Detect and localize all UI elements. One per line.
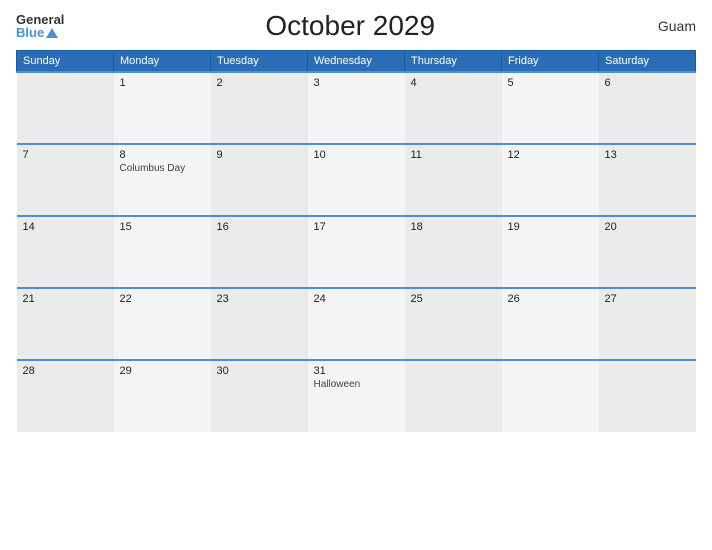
day-number: 5 bbox=[508, 77, 593, 89]
region-label: Guam bbox=[636, 18, 696, 34]
calendar-cell: 11 bbox=[405, 144, 502, 216]
col-tuesday: Tuesday bbox=[211, 51, 308, 73]
day-number: 27 bbox=[605, 293, 690, 305]
calendar-table: Sunday Monday Tuesday Wednesday Thursday… bbox=[16, 50, 696, 432]
day-number: 19 bbox=[508, 221, 593, 233]
header: General Blue October 2029 Guam bbox=[16, 10, 696, 42]
calendar-cell: 5 bbox=[502, 72, 599, 144]
logo: General Blue bbox=[16, 13, 64, 39]
calendar-cell: 24 bbox=[308, 288, 405, 360]
day-number: 14 bbox=[23, 221, 108, 233]
day-number: 13 bbox=[605, 149, 690, 161]
calendar-cell: 16 bbox=[211, 216, 308, 288]
day-number: 28 bbox=[23, 365, 108, 377]
calendar-cell: 14 bbox=[17, 216, 114, 288]
calendar-cell: 19 bbox=[502, 216, 599, 288]
calendar-week-row: 14 15 16 17 18 19 20 bbox=[17, 216, 696, 288]
calendar-cell: 2 bbox=[211, 72, 308, 144]
calendar-cell: 4 bbox=[405, 72, 502, 144]
calendar-cell: 29 bbox=[114, 360, 211, 432]
calendar-cell: 31 Halloween bbox=[308, 360, 405, 432]
day-number: 3 bbox=[314, 77, 399, 89]
day-number: 2 bbox=[217, 77, 302, 89]
day-number: 8 bbox=[120, 149, 205, 161]
calendar-cell: 15 bbox=[114, 216, 211, 288]
calendar-cell: 27 bbox=[599, 288, 696, 360]
calendar-cell: 20 bbox=[599, 216, 696, 288]
col-friday: Friday bbox=[502, 51, 599, 73]
calendar-cell: 21 bbox=[17, 288, 114, 360]
calendar-cell: 7 bbox=[17, 144, 114, 216]
day-number: 1 bbox=[120, 77, 205, 89]
col-thursday: Thursday bbox=[405, 51, 502, 73]
day-number: 12 bbox=[508, 149, 593, 161]
calendar-cell: 13 bbox=[599, 144, 696, 216]
calendar-cell bbox=[405, 360, 502, 432]
calendar-week-row: 21 22 23 24 25 26 27 bbox=[17, 288, 696, 360]
calendar-cell: 25 bbox=[405, 288, 502, 360]
calendar-week-row: 123456 bbox=[17, 72, 696, 144]
col-sunday: Sunday bbox=[17, 51, 114, 73]
logo-blue-text: Blue bbox=[16, 26, 44, 39]
calendar-cell: 26 bbox=[502, 288, 599, 360]
calendar-cell: 28 bbox=[17, 360, 114, 432]
day-number: 16 bbox=[217, 221, 302, 233]
calendar-cell: 18 bbox=[405, 216, 502, 288]
calendar-cell: 9 bbox=[211, 144, 308, 216]
day-number: 7 bbox=[23, 149, 108, 161]
day-number: 4 bbox=[411, 77, 496, 89]
calendar-cell: 12 bbox=[502, 144, 599, 216]
calendar-cell: 1 bbox=[114, 72, 211, 144]
day-number: 31 bbox=[314, 365, 399, 377]
calendar-cell bbox=[17, 72, 114, 144]
calendar-cell: 3 bbox=[308, 72, 405, 144]
day-number: 15 bbox=[120, 221, 205, 233]
day-number: 20 bbox=[605, 221, 690, 233]
day-number: 22 bbox=[120, 293, 205, 305]
calendar-cell: 10 bbox=[308, 144, 405, 216]
day-number: 29 bbox=[120, 365, 205, 377]
logo-triangle-icon bbox=[46, 28, 58, 38]
day-number: 25 bbox=[411, 293, 496, 305]
calendar-header-row: Sunday Monday Tuesday Wednesday Thursday… bbox=[17, 51, 696, 73]
calendar-cell: 8 Columbus Day bbox=[114, 144, 211, 216]
day-number: 11 bbox=[411, 149, 496, 161]
calendar-week-row: 78 Columbus Day 9 10 11 12 13 bbox=[17, 144, 696, 216]
day-number: 6 bbox=[605, 77, 690, 89]
calendar-title: October 2029 bbox=[64, 10, 636, 42]
calendar-cell: 22 bbox=[114, 288, 211, 360]
day-number: 26 bbox=[508, 293, 593, 305]
day-number: 10 bbox=[314, 149, 399, 161]
col-monday: Monday bbox=[114, 51, 211, 73]
calendar-cell bbox=[502, 360, 599, 432]
day-number: 18 bbox=[411, 221, 496, 233]
col-wednesday: Wednesday bbox=[308, 51, 405, 73]
col-saturday: Saturday bbox=[599, 51, 696, 73]
page: General Blue October 2029 Guam Sunday Mo… bbox=[0, 0, 712, 550]
calendar-cell: 6 bbox=[599, 72, 696, 144]
day-number: 24 bbox=[314, 293, 399, 305]
day-number: 9 bbox=[217, 149, 302, 161]
calendar-week-row: 28 29 30 31 Halloween bbox=[17, 360, 696, 432]
day-number: 23 bbox=[217, 293, 302, 305]
calendar-cell: 23 bbox=[211, 288, 308, 360]
calendar-cell: 17 bbox=[308, 216, 405, 288]
day-number: 21 bbox=[23, 293, 108, 305]
calendar-cell: 30 bbox=[211, 360, 308, 432]
day-event: Columbus Day bbox=[120, 163, 205, 174]
day-number: 30 bbox=[217, 365, 302, 377]
calendar-cell bbox=[599, 360, 696, 432]
day-number: 17 bbox=[314, 221, 399, 233]
day-event: Halloween bbox=[314, 379, 399, 390]
